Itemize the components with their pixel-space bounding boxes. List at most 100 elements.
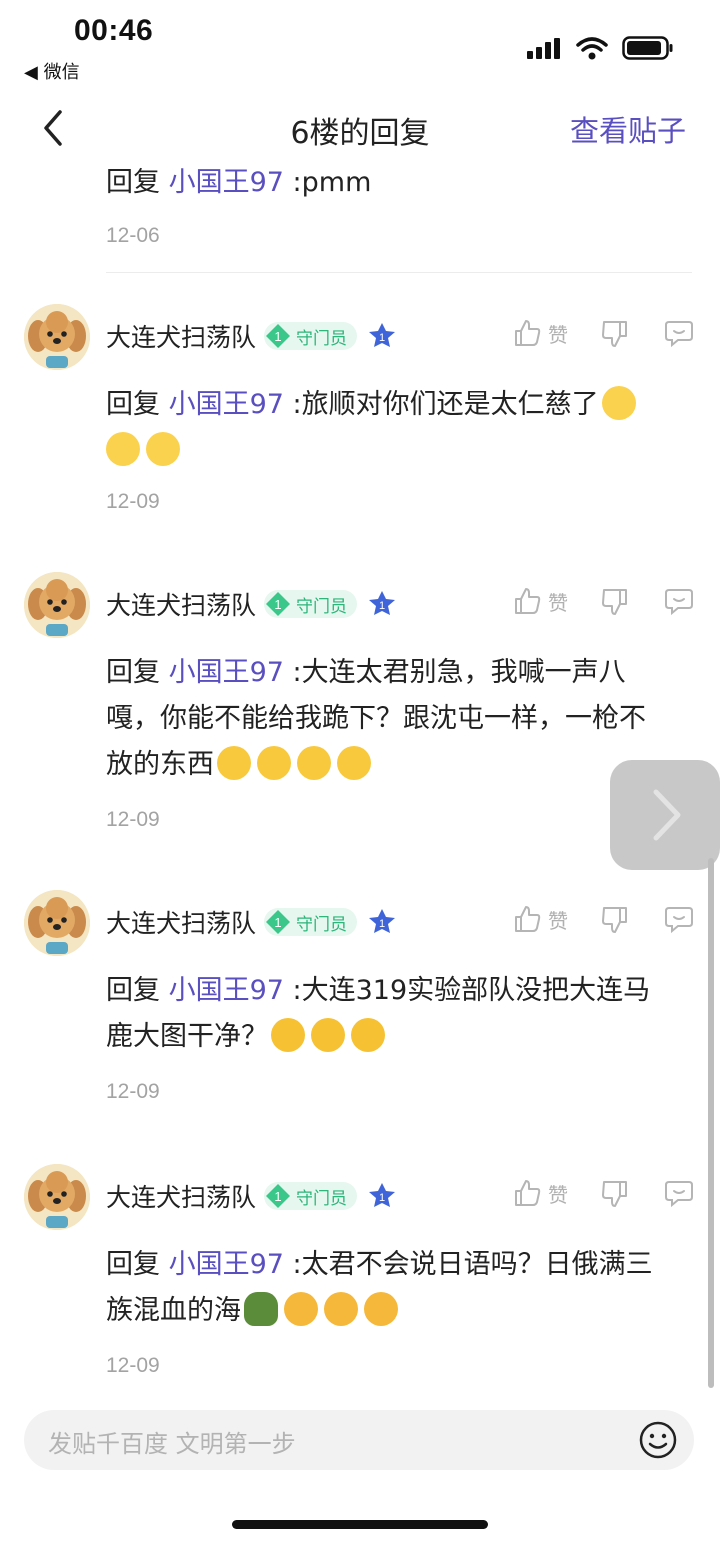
- home-indicator[interactable]: [232, 1520, 488, 1529]
- laugh-emoji: [217, 745, 251, 780]
- heart-eyes-emoji: [324, 1291, 358, 1326]
- svg-text:1: 1: [274, 915, 281, 930]
- username[interactable]: 大连犬扫荡队: [106, 586, 256, 622]
- role-badge: 1 守门员: [264, 322, 358, 350]
- comment-body: :太君不会说日语吗？日俄满三: [283, 1249, 653, 1280]
- heart-eyes-emoji: [364, 1291, 398, 1326]
- post-input[interactable]: 发贴千百度 文明第一步: [24, 1410, 694, 1470]
- star-level-icon: 1: [369, 909, 396, 933]
- comment-body-line: 族混血的海: [106, 1295, 241, 1326]
- dog-avatar-icon: [24, 1164, 90, 1230]
- comment-date: 12-06: [106, 224, 160, 247]
- grin-emoji: [601, 385, 636, 420]
- like-label: 赞: [548, 322, 568, 347]
- emoji-smile-icon[interactable]: [638, 1420, 678, 1460]
- like-label: 赞: [548, 908, 568, 933]
- heart-eyes-emoji: [284, 1291, 318, 1326]
- star-level-icon: 1: [369, 591, 396, 615]
- comment-date: 12-09: [106, 1080, 160, 1103]
- star-level-icon: 1: [369, 323, 396, 347]
- svg-text:1: 1: [379, 332, 385, 344]
- reply-prefix: 回复: [106, 657, 160, 688]
- avatar[interactable]: [24, 304, 90, 370]
- thumbs-up-icon: [515, 906, 541, 932]
- status-bar: 00:46 ◀ 微信: [0, 0, 720, 90]
- like-button[interactable]: 赞: [512, 904, 568, 934]
- level-gem-icon: 1: [266, 910, 291, 934]
- divider: [106, 272, 692, 273]
- dog-avatar-icon: [24, 304, 90, 370]
- role-badge-text: 守门员: [296, 596, 348, 617]
- star-level-icon: 1: [369, 1183, 396, 1207]
- post-input-placeholder: 发贴千百度 文明第一步: [48, 1430, 296, 1458]
- clock: 00:46: [74, 14, 154, 47]
- mention-link[interactable]: 小国王97: [169, 1249, 284, 1280]
- dog-avatar-icon: [24, 890, 90, 956]
- comment-text: 回复 小国王97 :大连319实验部队没把大连马 鹿大图干净？: [106, 968, 702, 1060]
- svg-text:1: 1: [379, 1192, 385, 1204]
- view-post-button[interactable]: 查看贴子: [570, 108, 686, 150]
- system-icons: [526, 32, 674, 64]
- mention-link[interactable]: 小国王97: [169, 657, 284, 688]
- avatar[interactable]: [24, 1164, 90, 1230]
- reply-bubble-icon[interactable]: [664, 318, 694, 348]
- comment-actions: 赞: [512, 902, 702, 942]
- svg-text:1: 1: [274, 1189, 281, 1204]
- username[interactable]: 大连犬扫荡队: [106, 904, 256, 940]
- avatar[interactable]: [24, 572, 90, 638]
- like-button[interactable]: 赞: [512, 318, 568, 348]
- comment-date: 12-09: [106, 1354, 160, 1377]
- avatar[interactable]: [24, 890, 90, 956]
- laugh-emoji: [257, 745, 291, 780]
- mention-link[interactable]: 小国王97: [169, 975, 284, 1006]
- mention-link[interactable]: 小国王97: [169, 389, 284, 420]
- role-badge-text: 守门员: [296, 328, 348, 349]
- reply-bubble-icon[interactable]: [664, 1178, 694, 1208]
- comment-actions: 赞: [512, 584, 702, 624]
- thumbs-down-icon[interactable]: [600, 318, 630, 348]
- comment-date: 12-09: [106, 490, 160, 513]
- thumbs-down-icon[interactable]: [600, 586, 630, 616]
- wifi-icon: [576, 37, 608, 60]
- comment-date: 12-09: [106, 808, 160, 831]
- comment-body-line: 嘎，你能不能给我跪下？跟沈屯一样，一枪不: [106, 703, 646, 734]
- user-row: 大连犬扫荡队 1 守门员 1: [106, 1176, 397, 1216]
- back-to-app-link[interactable]: ◀ 微信: [24, 58, 80, 84]
- grin-emoji: [146, 431, 180, 466]
- level-gem-icon: 1: [266, 592, 291, 616]
- svg-text:1: 1: [379, 600, 385, 612]
- svg-text:1: 1: [379, 918, 385, 930]
- cover-mouth-emoji: [271, 1017, 305, 1052]
- composer-bar: 发贴千百度 文明第一步: [0, 1390, 720, 1558]
- dog-avatar-icon: [24, 572, 90, 638]
- like-label: 赞: [548, 590, 568, 615]
- username[interactable]: 大连犬扫荡队: [106, 1178, 256, 1214]
- level-gem-icon: 1: [266, 1184, 291, 1208]
- thumbs-up-icon: [515, 1180, 541, 1206]
- user-row: 大连犬扫荡队 1 守门员 1: [106, 316, 397, 356]
- thumbs-down-icon[interactable]: [600, 904, 630, 934]
- svg-text:1: 1: [274, 329, 281, 344]
- role-badge: 1 守门员: [264, 590, 358, 618]
- comment-body: :大连319实验部队没把大连马: [283, 975, 651, 1006]
- reply-bubble-icon[interactable]: [664, 586, 694, 616]
- grin-emoji: [106, 431, 140, 466]
- thumbs-up-icon: [515, 588, 541, 614]
- battery-icon: [622, 36, 673, 60]
- username[interactable]: 大连犬扫荡队: [106, 318, 256, 354]
- comment-body: :pmm: [283, 167, 372, 198]
- mention-link[interactable]: 小国王97: [169, 167, 284, 198]
- scrollbar[interactable]: [708, 858, 714, 1388]
- turtle-emoji: [244, 1291, 278, 1326]
- like-button[interactable]: 赞: [512, 1178, 568, 1208]
- signal-icon: [527, 38, 560, 59]
- chevron-right-icon: [653, 789, 681, 841]
- laugh-emoji: [297, 745, 331, 780]
- reply-prefix: 回复: [106, 1249, 160, 1280]
- reply-bubble-icon[interactable]: [664, 904, 694, 934]
- like-button[interactable]: 赞: [512, 586, 568, 616]
- navigation-bar: 6楼的回复 查看贴子: [0, 96, 720, 160]
- reply-prefix: 回复: [106, 389, 160, 420]
- thumbs-down-icon[interactable]: [600, 1178, 630, 1208]
- next-page-button[interactable]: [610, 760, 720, 870]
